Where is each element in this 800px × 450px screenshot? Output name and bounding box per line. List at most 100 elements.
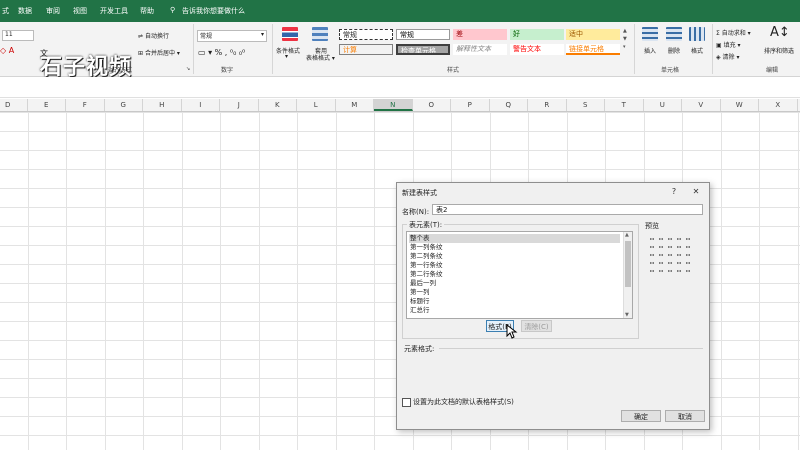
list-item[interactable]: 第一列条纹 [409, 243, 620, 252]
style-cell-check[interactable]: 检查单元格 [396, 44, 450, 55]
lightbulb-icon[interactable]: ⚲ [170, 6, 175, 14]
column-header[interactable]: R [528, 99, 567, 111]
autosum-button[interactable]: Σ 自动求和 ▾ [716, 28, 751, 37]
style-cell-linked[interactable]: 链接单元格 [566, 44, 620, 55]
sort-filter-icon[interactable]: A↕ [770, 25, 790, 40]
list-item[interactable]: 第二行条纹 [409, 270, 620, 279]
fill-color-icon[interactable]: ◇ A [0, 46, 14, 55]
column-header[interactable]: X [759, 99, 798, 111]
divider [272, 24, 273, 74]
close-icon[interactable]: ✕ [687, 185, 705, 199]
help-button[interactable]: ? [665, 185, 683, 199]
column-header[interactable]: O [413, 99, 451, 111]
list-item[interactable]: 第二列条纹 [409, 252, 620, 261]
currency-percent-buttons[interactable]: ▭ ▾ % , ⁰₀ ₀⁰ [198, 48, 245, 57]
style-normal-selected[interactable]: 常规 [339, 29, 393, 40]
column-header[interactable]: P [451, 99, 490, 111]
list-item[interactable]: 汇总行 [409, 306, 620, 315]
insert-button[interactable]: 插入 [644, 46, 656, 55]
insert-icon[interactable] [642, 27, 658, 41]
ribbon: 11 ◇ A 文 石子视频 ⇌ 自动换行 ⊞ 合并后居中 ▾ 对齐方式 ↘ 常规… [0, 22, 800, 80]
scroll-down-icon[interactable]: ▼ [625, 312, 629, 318]
list-item[interactable]: 最后一列 [409, 279, 620, 288]
number-format-dropdown[interactable]: 常规 ▾ [197, 30, 267, 42]
column-header[interactable]: H [143, 99, 182, 111]
tell-me-box[interactable]: 告诉我你想要做什么 [182, 6, 245, 16]
merge-center-button[interactable]: ⊞ 合并后居中 ▾ [138, 48, 180, 57]
gridline [104, 112, 106, 450]
style-cell-bad[interactable]: 差 [453, 29, 507, 40]
list-scrollbar[interactable]: ▲ ▼ [623, 232, 632, 318]
column-header[interactable]: E [28, 99, 66, 111]
ok-button[interactable]: 确定 [621, 410, 661, 422]
column-header[interactable]: G [105, 99, 143, 111]
gridline [143, 112, 144, 450]
column-header[interactable]: J [220, 99, 259, 111]
font-size-box[interactable]: 11 [2, 30, 34, 41]
formula-bar-area[interactable] [0, 77, 800, 98]
column-header[interactable]: M [336, 99, 374, 111]
list-item[interactable]: 整个表 [409, 234, 620, 243]
column-header[interactable]: N [374, 99, 413, 111]
scroll-up-icon[interactable]: ▲ [625, 232, 629, 238]
clear-button[interactable]: ◈ 清除 ▾ [716, 52, 739, 61]
delete-button[interactable]: 删除 [668, 46, 680, 55]
column-header[interactable]: F [66, 99, 105, 111]
default-style-label[interactable]: 设置为此文档的默认表格样式(S) [413, 397, 514, 407]
style-cell-explanatory[interactable]: 解释性文本 [453, 44, 507, 55]
dialog-launcher-icon[interactable]: ↘ [186, 66, 190, 72]
column-header[interactable]: D [0, 99, 28, 111]
gridline [258, 112, 260, 450]
scroll-thumb[interactable] [625, 241, 631, 287]
conditional-format-icon[interactable] [282, 27, 298, 41]
tab-help[interactable]: 帮助 [140, 6, 154, 16]
tab-developer[interactable]: 开发工具 [100, 6, 128, 16]
column-header[interactable]: T [605, 99, 644, 111]
gridline [797, 112, 799, 450]
column-header[interactable]: L [297, 99, 336, 111]
delete-icon[interactable] [666, 27, 682, 41]
preview-thumbnail [650, 238, 691, 272]
column-header[interactable]: I [182, 99, 220, 111]
column-header[interactable]: U [644, 99, 682, 111]
ribbon-tab-bar: 式 数据 审阅 视图 开发工具 帮助 ⚲ 告诉我你想要做什么 [0, 0, 800, 22]
tab-data[interactable]: 数据 [18, 6, 32, 16]
format-icon[interactable] [689, 27, 705, 41]
styles-group-label: 样式 [447, 67, 460, 74]
style-cell-calculation[interactable]: 计算 [339, 44, 393, 55]
column-header[interactable]: S [567, 99, 605, 111]
tab-view[interactable]: 视图 [73, 6, 87, 16]
style-cell-neutral[interactable]: 适中 [566, 29, 620, 40]
format-as-table-icon[interactable] [312, 27, 328, 41]
tab-review[interactable]: 审阅 [46, 6, 60, 16]
gridline [66, 112, 67, 450]
style-cell-good[interactable]: 好 [510, 29, 564, 40]
preview-label: 预览 [645, 222, 659, 230]
cancel-button[interactable]: 取消 [665, 410, 705, 422]
name-input[interactable]: 表2 [432, 204, 703, 215]
fill-button[interactable]: ▣ 填充 ▾ [716, 40, 741, 49]
dialog-title: 新建表样式 [402, 189, 437, 197]
new-table-style-dialog: 新建表样式 ? ✕ 名称(N): 表2 表元素(T): 整个表 第一列条纹 第二… [396, 182, 710, 430]
list-item[interactable]: 第一列 [409, 288, 620, 297]
column-header[interactable]: W [721, 99, 759, 111]
tab-formulas[interactable]: 式 [2, 6, 9, 16]
sort-filter-button[interactable]: 排序和筛选 [764, 46, 794, 55]
style-cell-warning[interactable]: 警告文本 [510, 44, 564, 55]
column-header-row: DEFGHIJKLMNOPQRSTUVWX [0, 99, 800, 112]
column-header[interactable]: K [259, 99, 297, 111]
list-item[interactable]: 第一行条纹 [409, 261, 620, 270]
format-as-table-button[interactable]: 表格格式 ▾ [306, 53, 335, 62]
default-style-checkbox[interactable] [402, 398, 411, 407]
format-button[interactable]: 格式 [691, 46, 703, 55]
wrap-text-button[interactable]: ⇌ 自动换行 [138, 31, 169, 40]
style-gallery-scroll[interactable]: ▲ ▼ ▾ [623, 27, 627, 51]
list-item[interactable]: 标题行 [409, 297, 620, 306]
gridline [297, 112, 298, 450]
column-header[interactable]: V [682, 99, 721, 111]
clear-button[interactable]: 清除(C) [521, 320, 552, 332]
gridline [759, 112, 760, 450]
style-cell[interactable]: 常规 [396, 29, 450, 40]
column-header[interactable]: Q [490, 99, 528, 111]
table-element-list[interactable]: 整个表 第一列条纹 第二列条纹 第一行条纹 第二行条纹 最后一列 第一列 标题行… [406, 231, 633, 319]
